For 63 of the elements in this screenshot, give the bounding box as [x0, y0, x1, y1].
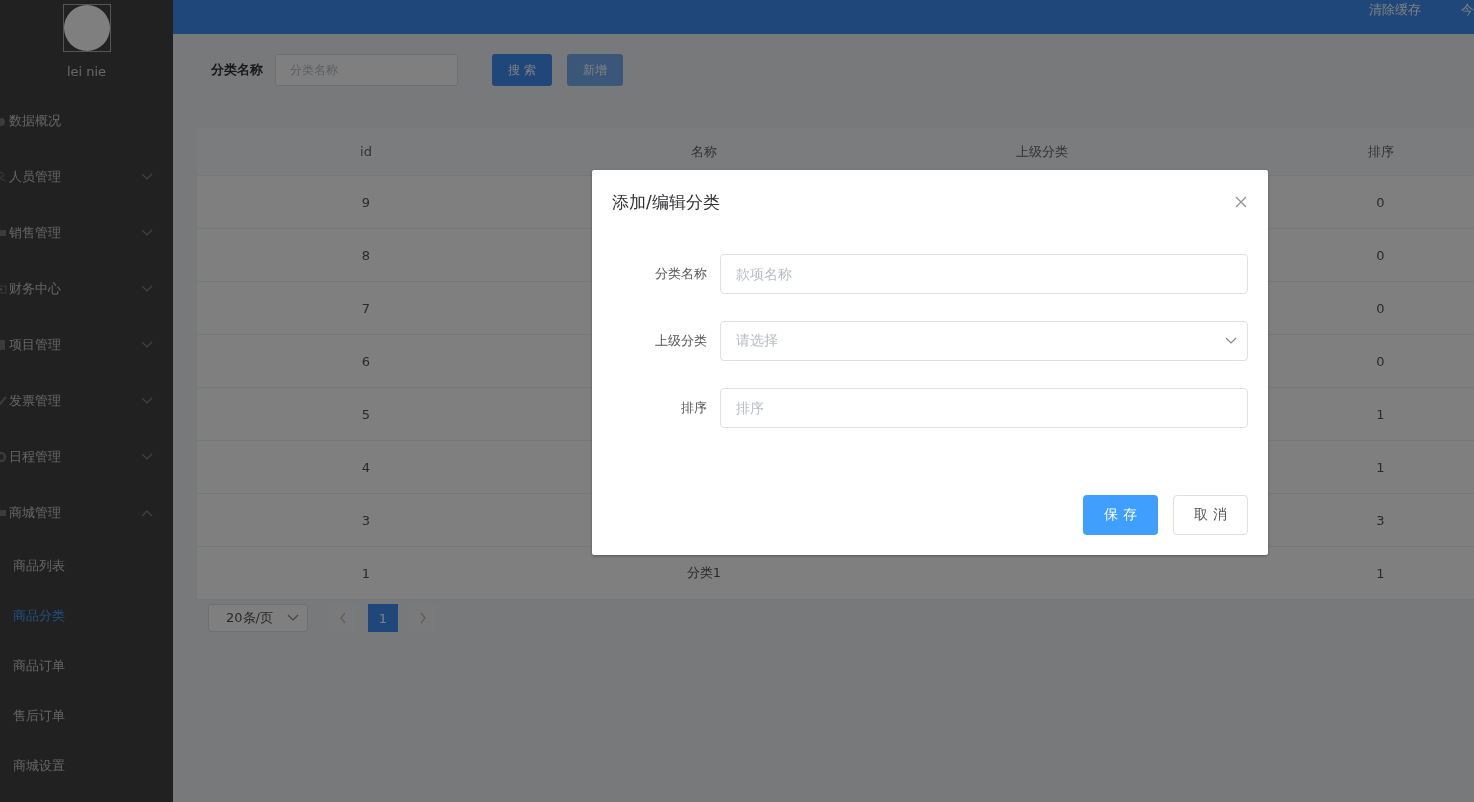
column-header: 名称: [690, 142, 718, 161]
table-cell: 0: [1376, 194, 1385, 210]
header-link[interactable]: 清除缓存: [1369, 1, 1421, 19]
table-cell: 9: [361, 194, 371, 210]
select-field[interactable]: 请选择: [720, 321, 1248, 361]
chevron-icon: [141, 285, 153, 293]
user-name: lei nie: [66, 64, 107, 79]
chevron-icon: [141, 229, 153, 237]
avatar-image: [62, 4, 111, 52]
chevron-icon: [141, 341, 153, 349]
menu-item[interactable]: 日程管理: [0, 429, 173, 485]
field-label: 上级分类: [654, 332, 708, 350]
page-button[interactable]: 1: [368, 604, 398, 632]
table-cell: 6: [361, 353, 371, 369]
input-field[interactable]: 排序: [720, 388, 1248, 428]
dialog-title: 添加/编辑分类: [612, 190, 720, 214]
chevron-left-icon: [339, 612, 347, 624]
table-cell: 1: [1376, 459, 1385, 475]
table-cell: 1: [361, 565, 371, 581]
menu-item[interactable]: 发票管理: [0, 373, 173, 429]
chevron-icon: [141, 509, 153, 517]
menu-item[interactable]: 人员管理: [0, 149, 173, 205]
table-cell: 5: [361, 406, 371, 422]
submenu-item[interactable]: 商城设置: [0, 741, 173, 791]
submenu-item[interactable]: 商品分类: [0, 591, 173, 641]
table-cell: 3: [361, 512, 371, 528]
chevron-icon: [141, 173, 153, 181]
table-cell: 0: [1376, 247, 1385, 263]
submenu-item[interactable]: 商品订单: [0, 641, 173, 691]
chevron-icon: [287, 614, 299, 622]
search-label: 分类名称: [211, 61, 263, 79]
chevron-icon: [1225, 337, 1237, 345]
chevron-icon: [141, 453, 153, 461]
menu-item[interactable]: 销售管理: [0, 205, 173, 261]
menu-item[interactable]: 项目管理: [0, 317, 173, 373]
menu-item[interactable]: 数据概况: [0, 93, 173, 149]
table-cell: 8: [361, 247, 371, 263]
save-button[interactable]: 保 存: [1083, 495, 1158, 535]
table-cell: 3: [1376, 512, 1385, 528]
search-button[interactable]: 搜 索: [492, 54, 552, 86]
page-size-select[interactable]: 20条/页: [208, 604, 308, 632]
chevron-right-icon: [419, 612, 427, 624]
field-label: 排序: [680, 399, 708, 417]
chevron-icon: [141, 397, 153, 405]
table-cell: 0: [1376, 353, 1385, 369]
column-header: 排序: [1366, 142, 1395, 161]
table-cell: 4: [361, 459, 371, 475]
table-cell: 0: [1376, 300, 1385, 316]
column-header: id: [359, 143, 373, 161]
menu-item[interactable]: 财务中心: [0, 261, 173, 317]
table-cell: 1: [1376, 406, 1385, 422]
cancel-button[interactable]: 取 消: [1173, 495, 1248, 535]
submenu-item[interactable]: 售后订单: [0, 691, 173, 741]
table-cell: 分类1: [686, 564, 722, 582]
input-field[interactable]: 款项名称: [720, 254, 1248, 294]
table-cell: 1: [1376, 565, 1385, 581]
field-label: 分类名称: [654, 265, 708, 283]
table-cell: 7: [361, 300, 371, 316]
menu-item[interactable]: 商城管理: [0, 485, 173, 541]
header-link[interactable]: 今: [1461, 1, 1474, 19]
column-header: 上级分类: [1015, 142, 1069, 161]
close-button[interactable]: [1234, 195, 1248, 209]
submenu-item[interactable]: 商品列表: [0, 541, 173, 591]
